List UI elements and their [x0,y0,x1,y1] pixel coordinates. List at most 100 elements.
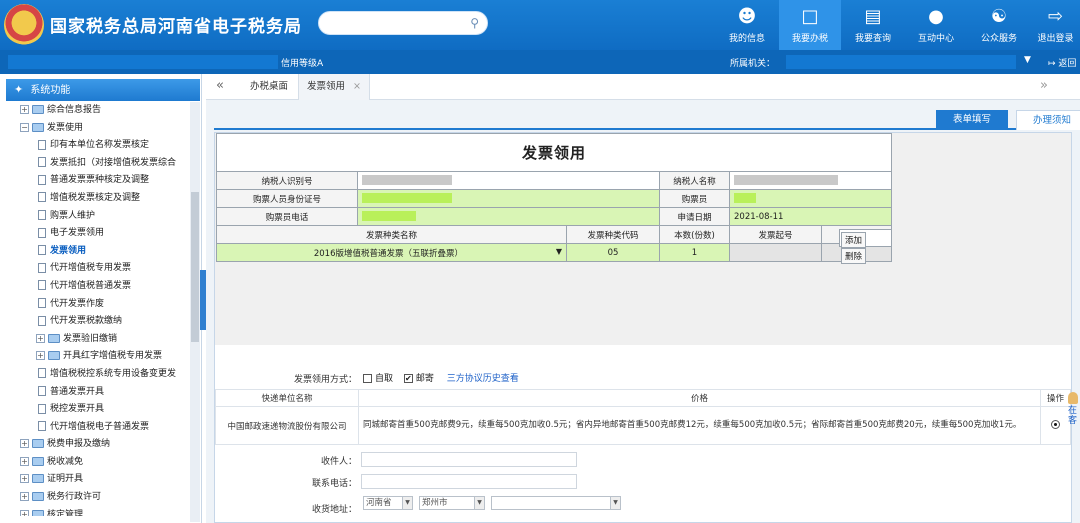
buyer-id-field[interactable] [357,189,660,208]
buyer-select[interactable] [729,189,892,208]
sidebar-item[interactable]: 购票人维护 [6,208,190,226]
subtab-instructions[interactable]: 办理须知 [1016,110,1080,130]
add-button[interactable]: 添加 [841,232,867,248]
unit-label: 所属机关： [730,59,776,69]
delete-button[interactable]: 删除 [841,248,867,264]
sidebar-item[interactable]: − 发票使用 [6,120,190,138]
sidebar-item[interactable]: 发票抵扣（对接增值税发票综合 [6,155,190,173]
close-icon[interactable]: × [353,81,361,92]
document-icon [38,368,46,379]
province-select[interactable]: 河南省 ▼ [363,496,413,510]
sidebar-item[interactable]: 普通发票开具 [6,384,190,402]
province-value: 河南省 [366,498,392,508]
sidebar-item[interactable]: 代开发票税款缴纳 [6,313,190,331]
invoice-count-field[interactable]: 1 [659,243,730,262]
sidebar-item-label: 普通发票开具 [50,386,105,397]
collapse-icon[interactable]: − [20,122,29,132]
nav-interaction[interactable]: ● 互动中心 [905,0,967,50]
sidebar-item-label: 印有本单位名称发票核定 [50,140,150,151]
tab-invoice-claim[interactable]: 发票领用 × [298,74,370,100]
express-select-radio[interactable] [1051,419,1060,429]
sidebar-item-label: 增值税发票核定及调整 [50,192,141,203]
expand-icon[interactable]: + [20,492,29,502]
city-select[interactable]: 郑州市 ▼ [419,496,485,510]
expand-icon[interactable]: + [36,351,45,361]
recipient-input[interactable] [361,452,577,467]
sidebar-item-label: 税收减免 [47,456,84,467]
sidebar-item[interactable]: 代开增值税专用发票 [6,260,190,278]
sidebar-item-label: 税费申报及缴纳 [47,439,111,450]
sidebar-item[interactable]: + 发票验旧缴销 [6,331,190,349]
self-pickup-checkbox[interactable] [363,374,372,383]
sidebar-item[interactable]: 增值税税控系统专用设备变更发 [6,366,190,384]
document-icon [38,315,46,326]
nav-logout[interactable]: ⇨ 退出登录 [1031,0,1080,50]
sidebar-item[interactable]: 代开增值税电子普通发票 [6,419,190,437]
sidebar-item-label: 税控发票开具 [50,404,105,415]
sidebar-item[interactable]: 印有本单位名称发票核定 [6,137,190,155]
tab-scroll-left-icon[interactable]: « [216,78,224,93]
sidebar-item[interactable]: 普通发票票种核定及调整 [6,172,190,190]
expand-icon[interactable]: + [20,509,29,516]
sidebar-item[interactable]: 代开发票作废 [6,296,190,314]
subtab-form-fill[interactable]: 表单填写 [936,110,1008,130]
chevron-down-icon[interactable]: ▼ [556,247,562,256]
expand-icon[interactable]: + [20,474,29,484]
apply-date-value[interactable]: 2021-08-11 [729,207,892,226]
back-button[interactable]: ↦ 返回 [1048,56,1076,69]
chat-icon: ● [928,6,944,27]
sidebar-item[interactable]: + 综合信息报告 [6,102,190,120]
online-service-float[interactable]: 在客 [1068,392,1080,426]
mail-label: 邮寄 [415,374,434,384]
mail-checkbox[interactable]: ✔ [403,374,413,383]
unit-select[interactable] [786,55,1016,69]
sidebar-item[interactable]: + 税收减免 [6,454,190,472]
search-icon[interactable]: ⚲ [470,16,479,30]
nav-my-info[interactable]: ☻ 我的信息 [716,0,778,50]
chevron-down-icon: ▼ [474,497,484,509]
tab-tax-desktop[interactable]: 办税桌面 [242,74,296,100]
sidebar-item[interactable]: + 税务行政许可 [6,489,190,507]
chevron-down-icon[interactable]: ▼ [1024,55,1031,65]
sidebar-item[interactable]: 代开增值税普通发票 [6,278,190,296]
credit-level: 信用等级A [281,59,324,69]
buyer-id-label: 购票人员身份证号 [216,189,358,208]
taxpayer-id-label: 纳税人识别号 [216,171,358,190]
chevron-down-icon: ▼ [402,497,412,509]
expand-icon[interactable]: + [20,439,29,449]
nav-query[interactable]: ▤ 我要查询 [842,0,904,50]
buyer-phone-field[interactable] [357,207,660,226]
expand-icon[interactable]: + [36,333,45,343]
sidebar-item[interactable]: + 核定管理 [6,507,190,516]
folder-icon [48,351,60,361]
sidebar-item[interactable]: + 开具红字增值税专用发票 [6,348,190,366]
nav-public-service[interactable]: ☯ 公众服务 [968,0,1030,50]
agreement-history-link[interactable]: 三方协议历史查看 [447,374,519,384]
sidebar-item[interactable]: + 证明开具 [6,471,190,489]
sidebar-scrollbar[interactable] [190,102,200,522]
expand-icon[interactable]: + [20,456,29,466]
sidebar-item-label: 发票抵扣（对接增值税发票综合 [50,157,177,168]
city-value: 郑州市 [422,498,448,508]
district-select[interactable]: ▼ [491,496,621,510]
col-count: 本数(份数) [659,225,730,244]
tab-scroll-right-icon[interactable]: » [1040,78,1048,93]
sidebar-item[interactable]: 增值税发票核定及调整 [6,190,190,208]
top-search-input[interactable]: ⚲ [318,11,488,35]
scrollbar-thumb[interactable] [191,192,199,342]
sidebar-item[interactable]: 税控发票开具 [6,401,190,419]
logout-icon: ⇨ [1047,6,1064,27]
sidebar-item-label: 税务行政许可 [47,492,102,503]
sidebar-item[interactable]: 发票领用 [6,243,190,261]
document-icon [38,280,46,291]
taxpayer-name-label: 纳税人名称 [659,171,730,190]
invoice-type-select[interactable]: 2016版增值税普通发票（五联折叠票） ▼ [216,243,567,262]
form-title: 发票领用 [216,133,892,172]
expand-icon[interactable]: + [20,105,29,114]
sidebar-item[interactable]: + 税费申报及缴纳 [6,436,190,454]
express-radio-cell[interactable] [1040,406,1071,445]
phone-input[interactable] [361,474,577,489]
nav-do-tax[interactable]: □ 我要办税 [779,0,841,50]
folder-icon [48,333,60,343]
sidebar-item[interactable]: 电子发票领用 [6,225,190,243]
